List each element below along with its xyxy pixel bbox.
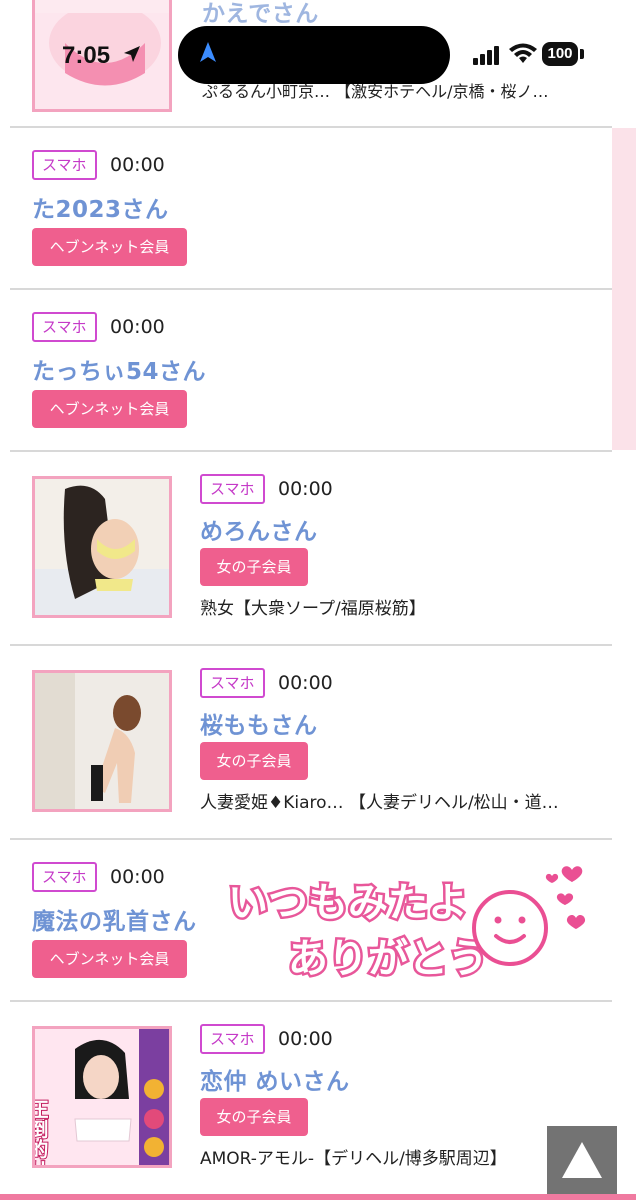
member-type-badge: ヘブンネット会員 [32, 940, 187, 978]
device-badge: スマホ [200, 668, 265, 698]
visit-time: 00:00 [110, 154, 165, 176]
profile-thumbnail[interactable] [32, 670, 172, 812]
list-item[interactable]: かえでさん ぷるるん小町京… 【激安ホテヘル/京橋・桜ノ… [10, 0, 612, 128]
user-name[interactable]: たっちぃ54さん [32, 352, 206, 386]
list-item[interactable]: スマホ 00:00 桜ももさん 女の子会員 人妻愛姫♦Kiaro… 【人妻デリヘ… [10, 646, 612, 840]
bottom-divider [0, 1194, 636, 1200]
stamp-text-line1: いつもみたよ [228, 880, 468, 926]
user-name[interactable]: 桜ももさん [200, 706, 318, 740]
list-item[interactable]: スマホ 00:00 たっちぃ54さん ヘブンネット会員 [10, 290, 612, 452]
photo-overlay-text: 圧倒的リピート [35, 1099, 49, 1165]
stamp-text-line2: ありがとう [288, 936, 488, 982]
member-type-badge: 女の子会員 [200, 1098, 308, 1136]
visit-time: 00:00 [110, 316, 165, 338]
shop-info[interactable]: ぷるるん小町京… 【激安ホテヘル/京橋・桜ノ… [202, 78, 612, 102]
visit-time: 00:00 [110, 866, 165, 888]
shop-info[interactable]: AMOR-アモル-【デリヘル/博多駅周辺】 [200, 1144, 540, 1169]
triangle-up-icon [562, 1142, 602, 1178]
list-item[interactable]: スマホ 00:00 めろんさん 女の子会員 熟女【大衆ソープ/福原桜筋】 [10, 452, 612, 646]
profile-thumbnail[interactable]: 圧倒的リピート [32, 1026, 172, 1168]
profile-thumbnail[interactable] [32, 476, 172, 618]
profile-thumbnail[interactable] [32, 0, 172, 112]
list-item[interactable]: 圧倒的リピート スマホ 00:00 恋仲 めいさん 女の子会員 AMOR-アモル… [10, 1002, 612, 1192]
thanks-stamp: いつもみたよ ありがとう [220, 850, 600, 990]
member-type-badge: ヘブンネット会員 [32, 228, 187, 266]
member-type-badge: 女の子会員 [200, 548, 308, 586]
user-name[interactable]: 魔法の乳首さん [32, 902, 197, 936]
user-name[interactable]: た2023さん [32, 190, 169, 224]
visit-time: 00:00 [278, 1028, 333, 1050]
device-badge: スマホ [32, 862, 97, 892]
visit-time: 00:00 [278, 672, 333, 694]
member-type-badge: ヘブンネット会員 [32, 390, 187, 428]
scroll-to-top-button[interactable] [547, 1126, 617, 1194]
user-name[interactable]: かえでさん [202, 0, 319, 28]
list-item[interactable]: スマホ 00:00 た2023さん ヘブンネット会員 [10, 128, 612, 290]
device-badge: スマホ [32, 150, 97, 180]
device-badge: スマホ [32, 312, 97, 342]
member-type-badge: 女の子会員 [200, 742, 308, 780]
device-badge: スマホ [200, 474, 265, 504]
side-strip [612, 128, 636, 450]
device-badge: スマホ [200, 1024, 265, 1054]
smiley-face-icon [472, 890, 548, 966]
user-name[interactable]: 恋仲 めいさん [200, 1062, 350, 1096]
user-name[interactable]: めろんさん [200, 512, 318, 546]
visit-time: 00:00 [278, 478, 333, 500]
shop-info[interactable]: 熟女【大衆ソープ/福原桜筋】 [200, 594, 610, 619]
heart-icon [545, 866, 586, 929]
list-item[interactable]: スマホ 00:00 魔法の乳首さん ヘブンネット会員 いつもみたよ ありがとう [10, 840, 612, 1002]
shop-info[interactable]: 人妻愛姫♦Kiaro… 【人妻デリヘル/松山・道… [200, 788, 610, 813]
